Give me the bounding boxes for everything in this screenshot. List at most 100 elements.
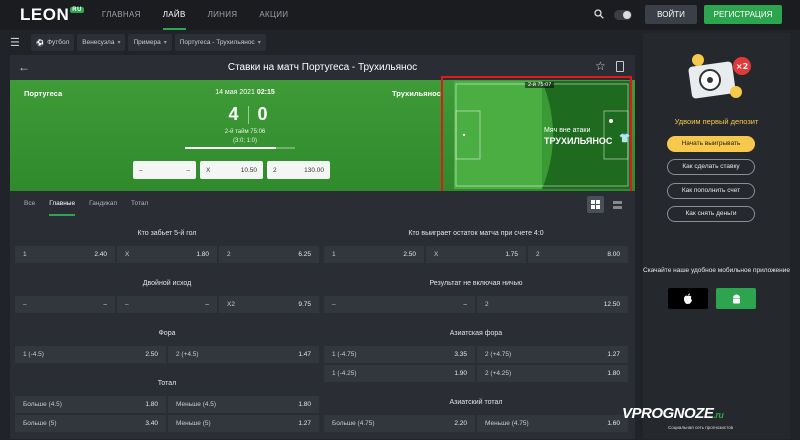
tab-main[interactable]: Главные (49, 191, 76, 216)
odd-cell[interactable]: X 1.80 (117, 246, 217, 263)
odd-cell[interactable]: Больше (4.75) 2.20 (324, 415, 475, 432)
odd-cell[interactable]: 1 2.40 (15, 246, 115, 263)
watermark-logo: VPROGNOZE.ru (622, 405, 724, 422)
odd-cell[interactable]: 2 8.00 (528, 246, 628, 263)
watermark-suffix: .ru (713, 410, 724, 420)
odd-label: 2 (536, 251, 540, 258)
odd-value: 3.40 (145, 420, 158, 427)
market-title: Азиатский тотал (324, 390, 628, 415)
period-label: 2-й тайм 75:06 (224, 129, 266, 135)
odd-value: 1.80 (145, 401, 158, 408)
odd-cell[interactable]: – – (324, 296, 475, 313)
breadcrumb-sport[interactable]: ⚽ Футбол (31, 34, 75, 51)
breadcrumb-label: Примера (133, 39, 161, 46)
share-icon[interactable] (616, 61, 624, 72)
odd-cell[interactable]: 2 6.25 (219, 246, 319, 263)
odd-cell[interactable]: Больше (5) 3.40 (15, 415, 166, 432)
odd-cell[interactable]: 1 (-4.25) 1.90 (324, 365, 475, 382)
odd-value: 2.20 (454, 420, 467, 427)
tab-handicap[interactable]: Гандикап (89, 191, 117, 216)
market-row: Больше (4.5) 1.80 Меньше (4.5) 1.80 (15, 396, 319, 413)
odd-label: 1 (-4.5) (23, 351, 44, 358)
tab-total[interactable]: Тотал (131, 191, 148, 216)
odd-label: X2 (227, 301, 235, 308)
odd-value: 1.75 (505, 251, 518, 258)
tab-all[interactable]: Все (24, 191, 35, 216)
login-button[interactable]: ВОЙТИ (645, 5, 697, 24)
odd-value: – (186, 166, 190, 174)
odd-value: – (463, 301, 467, 308)
breadcrumb-country[interactable]: Венесуэла ▾ (77, 34, 126, 51)
nav-item-promos[interactable]: АКЦИИ (259, 0, 288, 30)
ios-app-button[interactable] (668, 288, 708, 309)
search-icon[interactable] (594, 9, 604, 19)
how-to-withdraw-button[interactable]: Как снять деньги (667, 206, 755, 222)
odd-cell[interactable]: X 1.75 (426, 246, 526, 263)
grid-view-icon[interactable] (587, 196, 604, 213)
odd-button-draw[interactable]: X 10.50 (200, 161, 263, 179)
back-arrow-icon[interactable]: ← (18, 60, 30, 74)
nav-item-line[interactable]: ЛИНИЯ (208, 0, 238, 30)
start-winning-button[interactable]: Начать выигрывать (667, 136, 755, 152)
odd-cell[interactable]: 2 (+4.5) 1.47 (168, 346, 319, 363)
odd-value: 1.90 (454, 370, 467, 377)
odd-label: Больше (5) (23, 420, 57, 427)
progress-fill (185, 147, 277, 149)
odd-cell[interactable]: 2 12.50 (477, 296, 628, 313)
svg-text:👕: 👕 (619, 133, 630, 144)
market-row: 1 (-4.75) 3.35 2 (+4.75) 1.27 (324, 346, 628, 363)
odd-value: 1.27 (607, 351, 620, 358)
odd-label: 2 (227, 251, 231, 258)
pitch-team: ТРУХИЛЬЯНОС (544, 136, 613, 146)
markets-right-column: Кто выигрaет остаток матча при счете 4:0… (324, 221, 628, 440)
odd-cell[interactable]: 1 (-4.5) 2.50 (15, 346, 166, 363)
odd-cell[interactable]: Меньше (5) 1.27 (168, 415, 319, 432)
odd-label: Меньше (5) (176, 420, 211, 427)
promo-title: Удвоим первый депозит (674, 117, 759, 126)
odd-cell[interactable]: Меньше (4.5) 1.80 (168, 396, 319, 413)
logo[interactable]: LEON RU (20, 5, 84, 25)
star-icon[interactable]: ☆ (595, 59, 606, 73)
market-row: 1 (-4.5) 2.50 2 (+4.5) 1.47 (15, 346, 319, 363)
odd-cell[interactable]: 2 (+4.75) 1.27 (477, 346, 628, 363)
breadcrumb-league[interactable]: Примера ▾ (128, 34, 172, 51)
odd-value: 2.50 (403, 251, 416, 258)
odd-value: – (103, 301, 107, 308)
odd-cell[interactable]: X2 9.75 (219, 296, 319, 313)
odd-value: – (205, 301, 209, 308)
list-view-icon[interactable] (609, 196, 626, 213)
market-title: Кто выигрaет остаток матча при счете 4:0 (324, 221, 628, 246)
how-to-bet-button[interactable]: Как сделать ставку (667, 159, 755, 175)
main-nav: ГЛАВНАЯ ЛАЙВ ЛИНИЯ АКЦИИ (102, 0, 288, 30)
theme-toggle[interactable] (614, 10, 632, 20)
chevron-down-icon: ▾ (257, 40, 261, 46)
odd-cell[interactable]: 2 (+4.25) 1.80 (477, 365, 628, 382)
odd-label: – (332, 301, 336, 308)
market-title: Двойной исход (15, 271, 319, 296)
odd-label: – (125, 301, 129, 308)
odd-label: 2 (+4.5) (176, 351, 199, 358)
odd-value: 12.50 (603, 301, 620, 308)
chevron-down-icon: ▾ (117, 40, 121, 46)
nav-item-main[interactable]: ГЛАВНАЯ (102, 0, 141, 30)
odd-value: 1.80 (298, 401, 311, 408)
odd-cell[interactable]: Больше (4.5) 1.80 (15, 396, 166, 413)
android-app-button[interactable] (716, 288, 756, 309)
odd-cell[interactable]: – – (117, 296, 217, 313)
how-to-deposit-button[interactable]: Как пополнить счет (667, 183, 755, 199)
odd-label: X (125, 251, 130, 258)
odd-cell[interactable]: Меньше (4.75) 1.60 (477, 415, 628, 432)
odd-button-home[interactable]: – – (133, 161, 196, 179)
odd-value: 1.47 (298, 351, 311, 358)
odd-cell[interactable]: 1 2.50 (324, 246, 424, 263)
odd-cell[interactable]: – – (15, 296, 115, 313)
apple-icon (684, 293, 692, 304)
odd-button-away[interactable]: 2 130.00 (267, 161, 330, 179)
breadcrumb-match[interactable]: Португеса - Трухильянос ▾ (174, 34, 266, 51)
hamburger-menu-icon[interactable]: ☰ (10, 37, 24, 49)
register-button[interactable]: РЕГИСТРАЦИЯ (704, 5, 782, 24)
logo-badge: RU (70, 7, 84, 13)
nav-item-live[interactable]: ЛАЙВ (162, 0, 186, 30)
odd-cell[interactable]: 1 (-4.75) 3.35 (324, 346, 475, 363)
watermark-text: VPROGNOZE (622, 405, 714, 422)
